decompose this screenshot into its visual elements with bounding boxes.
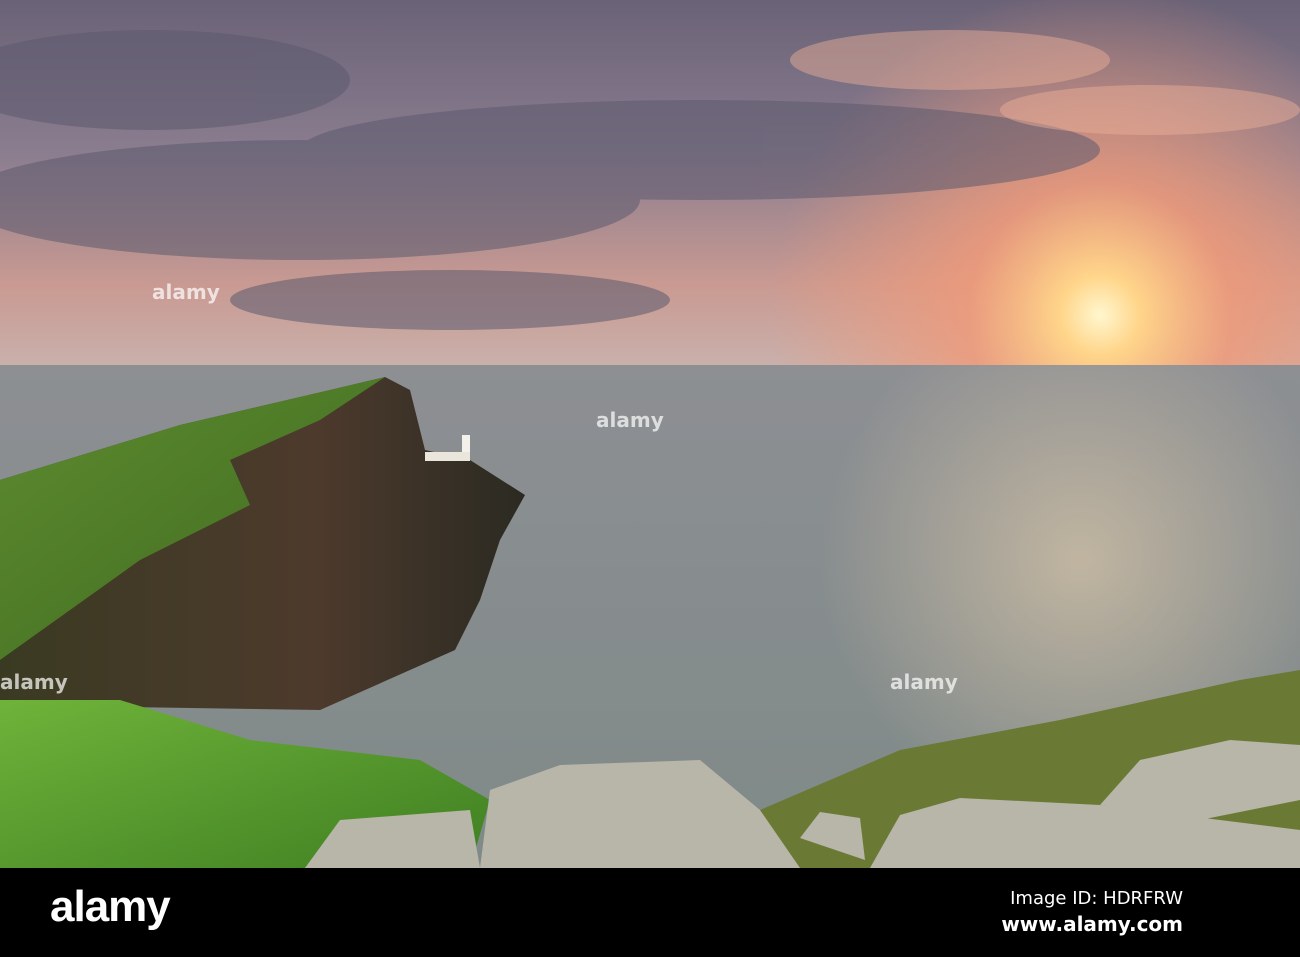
watermark-text: alamy (0, 670, 68, 694)
alamy-logo[interactable]: alamy (50, 882, 171, 932)
watermark-text: alamy (890, 670, 958, 694)
image-id: Image ID: HDRFRW (1010, 888, 1183, 909)
site-url[interactable]: www.alamy.com (1001, 912, 1183, 936)
landscape-photo (0, 0, 1300, 868)
watermark-text: alamy (152, 280, 220, 304)
watermark-text: alamy (596, 408, 664, 432)
footer-bar: alamy Image ID: HDRFRW www.alamy.com (0, 868, 1300, 957)
